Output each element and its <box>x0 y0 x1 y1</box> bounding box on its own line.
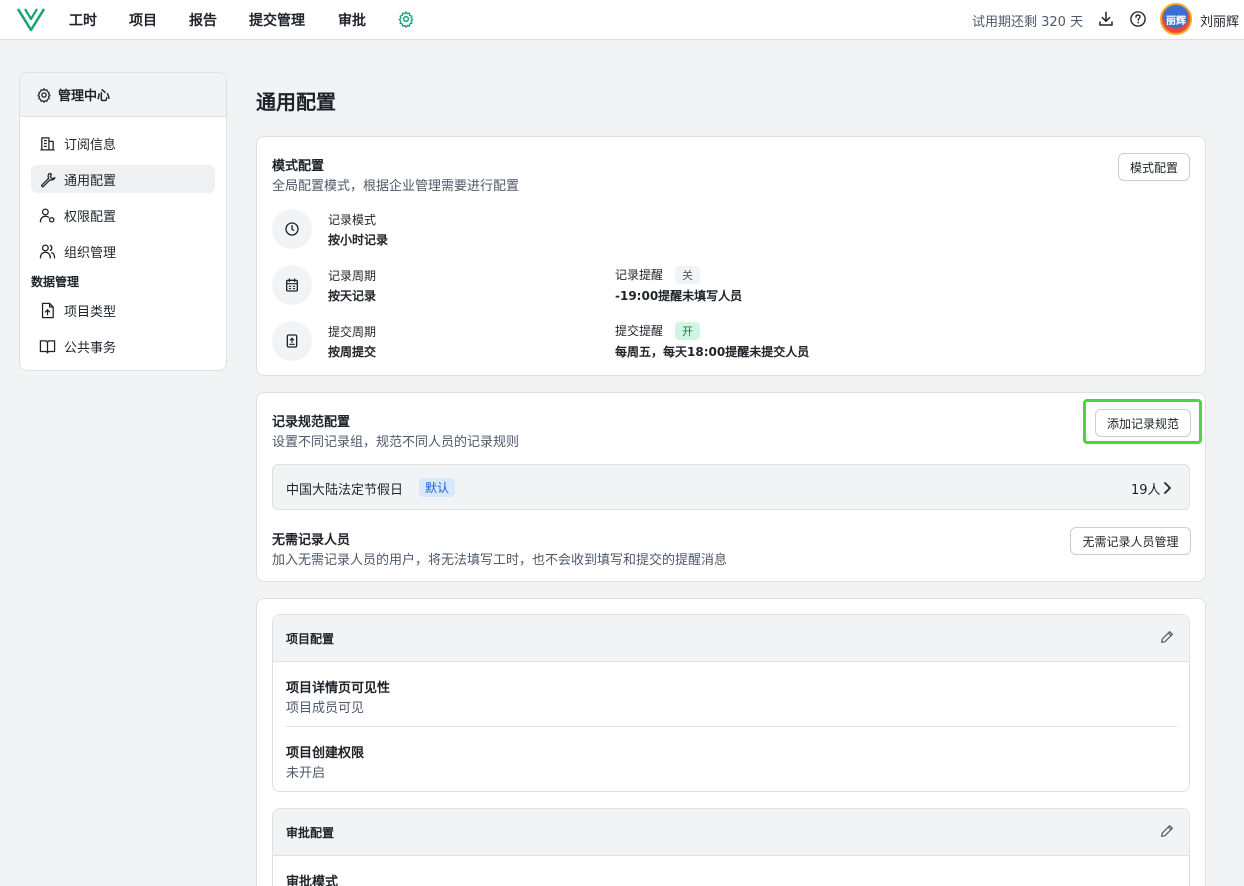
record-mode-label: 记录模式 <box>328 213 377 227</box>
record-rule-title: 记录规范配置 <box>272 415 351 430</box>
sidebar-item-label: 权限配置 <box>64 209 117 225</box>
avatar[interactable]: 丽辉 <box>1160 3 1192 35</box>
rule-member-count: 19人 <box>1131 483 1161 498</box>
approval-mode-label: 审批模式 <box>286 875 339 886</box>
chevron-right-icon <box>1164 482 1171 494</box>
project-create-permission-value: 未开启 <box>286 766 326 781</box>
project-approval-card: 项目配置 项目详情页可见性 项目成员可见 项目创建权限 未开启 审批配置 审批模… <box>256 598 1206 886</box>
building-icon <box>40 136 55 151</box>
sidebar-item-organization[interactable]: 组织管理 <box>31 237 215 265</box>
project-config-title: 项目配置 <box>286 632 335 646</box>
user-key-icon <box>39 207 55 223</box>
wrench-icon <box>40 172 56 188</box>
book-icon <box>39 339 56 354</box>
page-title: 通用配置 <box>256 90 336 114</box>
help-icon[interactable] <box>1129 10 1147 28</box>
submit-cycle-value: 按周提交 <box>328 345 377 359</box>
mode-config-title: 模式配置 <box>272 159 325 174</box>
nav-worktime[interactable]: 工时 <box>69 10 97 30</box>
mode-config-card: 模式配置 全局配置模式，根据企业管理需要进行配置 模式配置 记录模式 按小时记录… <box>256 136 1206 376</box>
clock-icon <box>285 222 299 236</box>
project-visibility-label: 项目详情页可见性 <box>286 681 391 696</box>
divider <box>286 726 1177 727</box>
record-reminder-label: 记录提醒关 <box>615 266 701 284</box>
submit-cycle-icon-wrap <box>272 321 312 361</box>
sidebar-title: 管理中心 <box>58 89 111 104</box>
sidebar-item-label: 通用配置 <box>64 173 117 189</box>
highlight-box <box>1083 399 1202 444</box>
sidebar-group-data-management: 数据管理 <box>31 275 80 289</box>
submit-doc-icon <box>286 334 298 348</box>
record-rule-card: 记录规范配置 设置不同记录组，规范不同人员的记录规则 添加记录规范 中国大陆法定… <box>256 392 1206 582</box>
exempt-manage-button[interactable]: 无需记录人员管理 <box>1070 527 1191 555</box>
avatar-text: 丽辉 <box>1166 15 1186 27</box>
status-badge: 开 <box>675 322 701 340</box>
file-upload-icon <box>41 302 54 318</box>
sidebar: 管理中心 订阅信息 通用配置 权限配置 组织管理 数据管理 项目类型 公共事务 <box>19 72 227 371</box>
project-config-section: 项目配置 项目详情页可见性 项目成员可见 项目创建权限 未开启 <box>272 614 1190 792</box>
nav-approval[interactable]: 审批 <box>338 10 366 30</box>
approval-config-header: 审批配置 <box>273 809 1189 856</box>
rule-name: 中国大陆法定节假日 <box>286 483 404 498</box>
sidebar-header: 管理中心 <box>20 73 226 117</box>
nav-reports[interactable]: 报告 <box>189 10 217 30</box>
users-icon <box>39 243 56 259</box>
sidebar-item-permissions[interactable]: 权限配置 <box>31 201 215 229</box>
project-create-permission-label: 项目创建权限 <box>286 746 365 761</box>
download-icon[interactable] <box>1097 10 1115 28</box>
record-cycle-icon-wrap <box>272 265 312 305</box>
sidebar-item-public-affairs[interactable]: 公共事务 <box>31 332 215 360</box>
record-reminder-value: -19:00提醒未填写人员 <box>615 289 743 303</box>
record-reminder-text: 记录提醒 <box>615 268 664 282</box>
record-mode-value: 按小时记录 <box>328 233 389 247</box>
approval-config-title: 审批配置 <box>286 826 335 840</box>
rule-list-item[interactable]: 中国大陆法定节假日 默认 19人 <box>272 464 1190 510</box>
record-cycle-value: 按天记录 <box>328 289 377 303</box>
sidebar-item-project-types[interactable]: 项目类型 <box>31 296 215 324</box>
project-visibility-value: 项目成员可见 <box>286 701 365 716</box>
edit-pencil-icon[interactable] <box>1159 629 1175 645</box>
project-config-header: 项目配置 <box>273 615 1189 662</box>
user-name[interactable]: 刘丽辉 <box>1200 11 1239 30</box>
sidebar-item-label: 公共事务 <box>64 340 117 356</box>
sidebar-item-label: 项目类型 <box>64 304 117 320</box>
calendar-icon <box>286 278 298 292</box>
sidebar-item-subscription[interactable]: 订阅信息 <box>31 129 215 157</box>
submit-cycle-label: 提交周期 <box>328 325 377 339</box>
status-badge: 关 <box>675 266 701 284</box>
record-cycle-label: 记录周期 <box>328 269 377 283</box>
record-rule-desc: 设置不同记录组，规范不同人员的记录规则 <box>272 435 520 450</box>
submit-reminder-text: 提交提醒 <box>615 324 664 338</box>
exempt-title: 无需记录人员 <box>272 533 351 548</box>
mode-config-desc: 全局配置模式，根据企业管理需要进行配置 <box>272 179 520 194</box>
app-logo-icon[interactable] <box>16 6 46 32</box>
nav-projects[interactable]: 项目 <box>129 10 157 30</box>
nav-submission[interactable]: 提交管理 <box>249 10 305 30</box>
record-mode-icon-wrap <box>272 209 312 249</box>
settings-gear-icon[interactable] <box>397 10 415 28</box>
default-badge: 默认 <box>419 478 456 497</box>
sidebar-item-label: 订阅信息 <box>64 137 117 153</box>
approval-config-section: 审批配置 审批模式 <box>272 808 1190 886</box>
submit-reminder-label: 提交提醒开 <box>615 322 701 340</box>
top-bar: 工时 项目 报告 提交管理 审批 试用期还剩 320 天 丽辉 刘丽辉 <box>0 0 1244 40</box>
gear-icon <box>37 87 51 103</box>
sidebar-item-label: 组织管理 <box>64 245 117 261</box>
sidebar-item-general-config[interactable]: 通用配置 <box>31 165 215 193</box>
submit-reminder-value: 每周五，每天18:00提醒未提交人员 <box>615 345 810 359</box>
exempt-desc: 加入无需记录人员的用户，将无法填写工时，也不会收到填写和提交的提醒消息 <box>272 553 728 568</box>
trial-remaining: 试用期还剩 320 天 <box>972 15 1084 30</box>
mode-config-button[interactable]: 模式配置 <box>1118 153 1190 181</box>
edit-pencil-icon[interactable] <box>1159 823 1175 839</box>
